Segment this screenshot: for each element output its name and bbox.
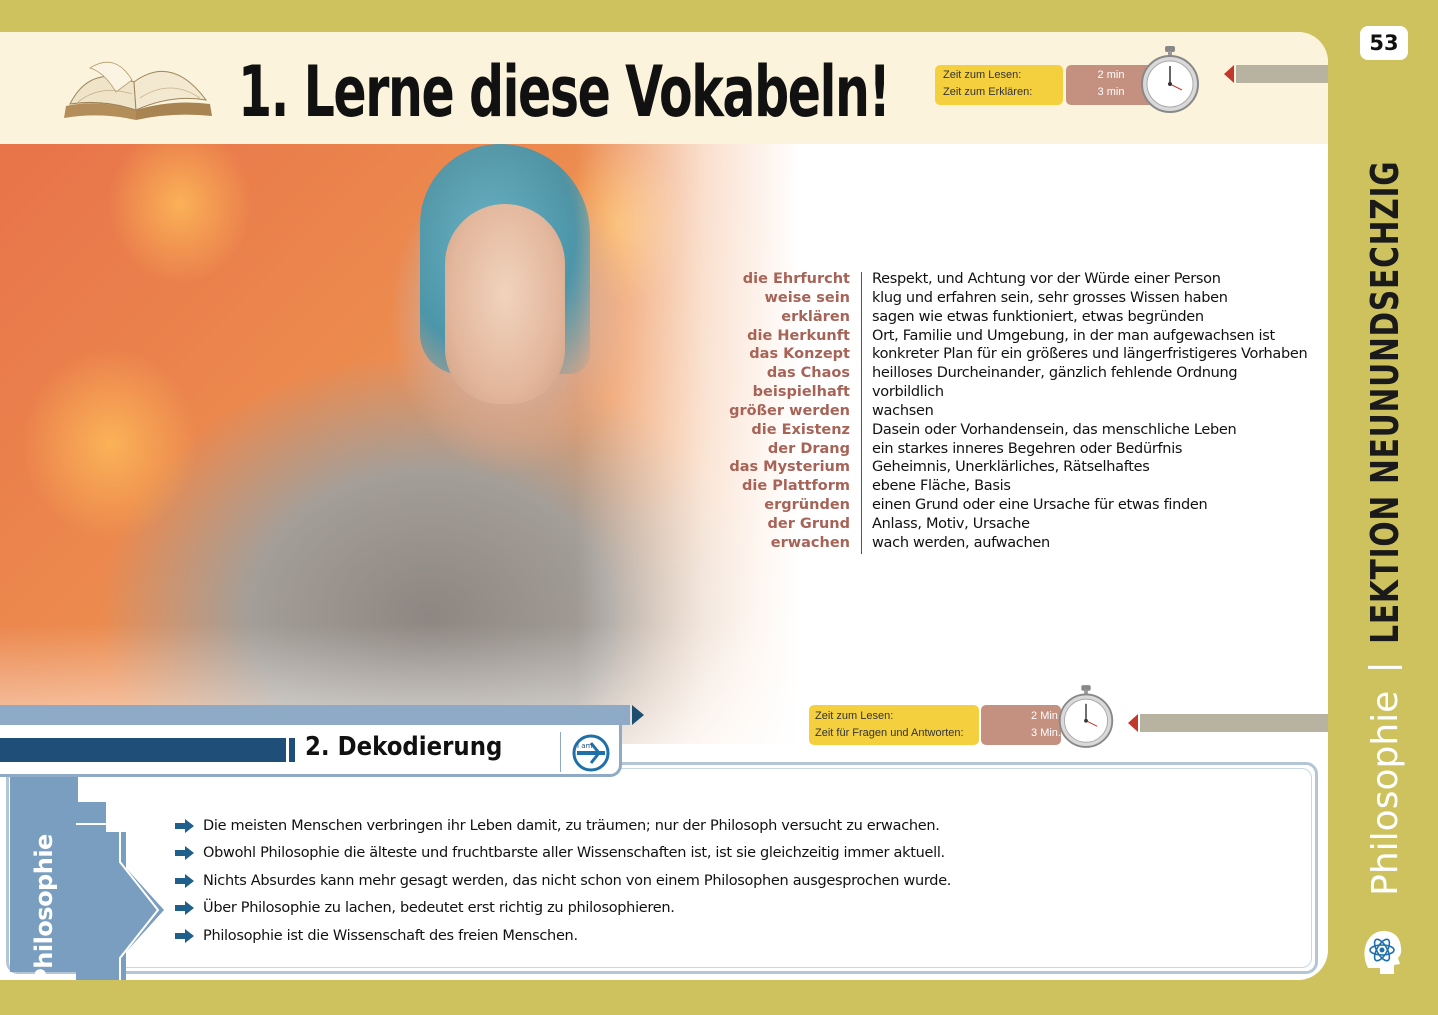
section2-timer-label-qa: Zeit für Fragen und Antworten: [815, 727, 964, 739]
stopwatch-icon [1058, 685, 1114, 748]
sidebar-separator [1368, 665, 1402, 669]
vocab-definition: Dasein oder Vorhandensein, das menschlic… [872, 421, 1237, 438]
timer-label-read: Zeit zum Lesen: [943, 69, 1022, 81]
section2-timer-labels: Zeit zum Lesen: Zeit für Fragen und Antw… [809, 705, 979, 745]
photo-fade [0, 144, 800, 744]
vocab-term: die Herkunft [747, 327, 850, 344]
book-icon [64, 61, 212, 120]
vocab-definition: Ort, Familie und Umgebung, in der man au… [872, 327, 1275, 344]
vocab-definition: Anlass, Motiv, Ursache [872, 515, 1030, 532]
section2-timer-label-read: Zeit zum Lesen: [815, 710, 894, 722]
section2-timer-values: 2 Min. 3 Min. [981, 705, 1061, 745]
quote-text: Die meisten Menschen verbringen ihr Lebe… [203, 817, 940, 834]
vocab-term: die Ehrfurcht [742, 271, 850, 287]
section2-dark-bar-accent [289, 738, 295, 762]
section2-side-label: Philosophie [30, 834, 58, 980]
section2-timer-value-qa: 3 Min. [1031, 727, 1061, 739]
quote-item: Über Philosophie zu lachen, bedeutet ers… [175, 895, 951, 923]
vocab-term: der Grund [767, 515, 851, 532]
vocab-term: weise sein [764, 289, 850, 306]
timer-label-explain: Zeit zum Erklären: [943, 86, 1033, 98]
vocab-term: ergründen [764, 497, 850, 514]
quote-item: Obwohl Philosophie die älteste und fruch… [175, 840, 951, 868]
vocab-definitions: Respekt, und Achtung vor der Würde einer… [872, 270, 1322, 553]
i-am-logo-icon: I am [572, 734, 610, 772]
sidebar-lesson: LEKTION NEUNUNDSECHZIG [1363, 160, 1407, 644]
arrow-right-icon [175, 846, 194, 861]
vocab-term: das Konzept [749, 346, 850, 363]
quote-item: Die meisten Menschen verbringen ihr Lebe… [175, 812, 951, 840]
vocab-term: beispielhaft [752, 384, 850, 401]
quote-item: Nichts Absurdes kann mehr gesagt werden,… [175, 867, 951, 895]
arrow-right-icon [175, 873, 194, 888]
vocab-definition: heilloses Durcheinander, gänzlich fehlen… [872, 365, 1238, 382]
arrow-right-icon [175, 818, 194, 833]
sidebar-subject: Philosophie [1364, 690, 1406, 896]
vocab-term: der Drang [767, 440, 850, 457]
vocab-definition: ebene Fläche, Basis [872, 478, 1011, 495]
quote-text: Philosophie ist die Wissenschaft des fre… [203, 927, 578, 944]
vocab-term: das Chaos [766, 365, 850, 382]
vocab-definition: wachsen [872, 402, 934, 419]
vocab-definition: einen Grund oder eine Ursache für etwas … [872, 497, 1208, 514]
page-sheet: 1. Lerne diese Vokabeln! Zeit zum Lesen:… [0, 32, 1328, 980]
vocab-term: erwachen [770, 534, 850, 551]
section2-top-bar [0, 705, 630, 725]
marker-icon [1128, 714, 1138, 732]
vocab-divider [861, 272, 862, 554]
vocab-definition: klug und erfahren sein, sehr grosses Wis… [872, 289, 1228, 306]
quote-text: Über Philosophie zu lachen, bedeutet ers… [203, 900, 675, 917]
vocab-definition: vorbildlich [872, 384, 944, 401]
section2-arrow-icon [632, 705, 644, 725]
stopwatch-icon [1141, 46, 1199, 113]
section2-timer-value-read: 2 Min. [1031, 710, 1061, 722]
header-rail [1236, 65, 1328, 83]
arrow-right-icon [175, 901, 194, 916]
vocab-term: die Existenz [751, 421, 850, 438]
section2-dark-bar [0, 738, 286, 762]
vocab-definition: Respekt, und Achtung vor der Würde einer… [872, 271, 1221, 287]
vocab-term: erklären [781, 308, 850, 325]
quote-text: Obwohl Philosophie die älteste und fruch… [203, 845, 945, 862]
section2-title: 2. Dekodierung [305, 732, 503, 762]
section2-divider [560, 732, 561, 772]
vocab-definition: sagen wie etwas funktioniert, etwas begr… [872, 308, 1204, 325]
i-am-logo-text: I am [577, 742, 593, 750]
arrow-right-icon [175, 928, 194, 943]
section2-rail [1140, 714, 1328, 732]
vocab-definition: konkreter Plan für ein größeres und läng… [872, 346, 1308, 363]
sidebar-title: Philosophie LEKTION NEUNUNDSECHZIG [1363, 24, 1407, 896]
atom-head-icon [1364, 930, 1402, 974]
quotes-list: Die meisten Menschen verbringen ihr Lebe… [175, 812, 951, 950]
vocab-definition: Geheimnis, Unerklärliches, Rätselhaftes [872, 459, 1150, 476]
vocab-definition: wach werden, aufwachen [872, 534, 1050, 551]
vocab-term: die Plattform [741, 478, 850, 495]
vocab-definition: ein starkes inneres Begehren oder Bedürf… [872, 440, 1183, 457]
marker-icon [1224, 65, 1234, 83]
page-title: 1. Lerne diese Vokabeln! [238, 51, 891, 133]
vocab-term: größer werden [729, 402, 850, 419]
vocab-term: das Mysterium [729, 459, 850, 476]
quote-item: Philosophie ist die Wissenschaft des fre… [175, 922, 951, 950]
side-tab-arrow-icon [76, 802, 164, 980]
vocab-terms: die Ehrfurcht weise sein erklären die Herku… [700, 270, 850, 553]
quote-text: Nichts Absurdes kann mehr gesagt werden,… [203, 872, 952, 889]
timer-labels: Zeit zum Lesen: Zeit zum Erklären: [935, 65, 1063, 105]
